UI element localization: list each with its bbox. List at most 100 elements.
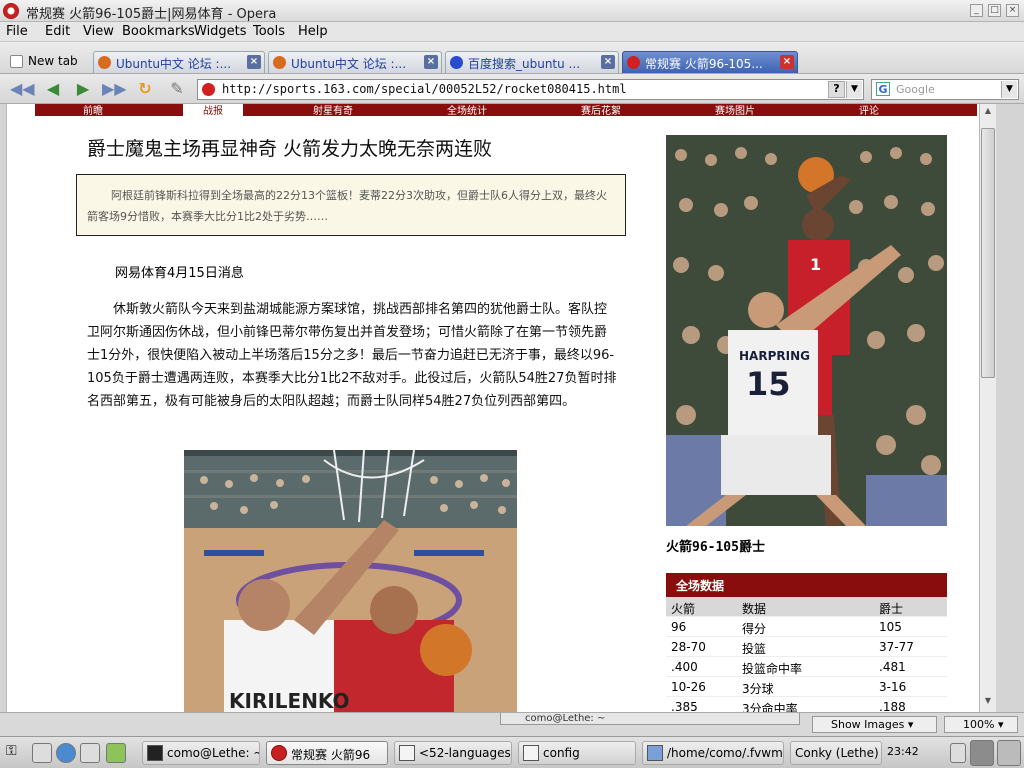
tab-close-icon[interactable]: × [601, 55, 615, 69]
table-cell: 3分球 [742, 682, 774, 696]
folder-icon[interactable] [32, 743, 52, 763]
table-cell: 28-70 [671, 640, 706, 654]
table-cell: .481 [879, 660, 906, 674]
task-label: como@Lethe: ~ [167, 746, 260, 760]
menu-help[interactable]: Help [298, 24, 328, 39]
overlapping-window-fragment[interactable]: como@Lethe: ~ [500, 713, 800, 725]
menu-bookmarks[interactable]: Bookmarks [122, 24, 195, 39]
nav-item[interactable]: 射星有奇 [313, 104, 353, 117]
battery-icon[interactable] [950, 743, 966, 763]
table-cell: 3-16 [879, 680, 907, 694]
tab-label: Ubuntu中文 论坛 :... [116, 57, 232, 71]
forward-icon[interactable]: ▶ [72, 80, 94, 98]
ubuntu-icon [98, 56, 111, 69]
article-headline: 爵士魔鬼主场再显神奇 火箭发力太晚无奈两连败 [87, 138, 493, 160]
address-toolbar: ◀◀ ◀ ▶ ▶▶ ↻ ✎ http://sports.163.com/spec… [0, 74, 1024, 104]
fast-forward-icon[interactable]: ▶▶ [102, 80, 127, 98]
nav-item[interactable]: 全场统计 [447, 104, 487, 117]
menu-widgets[interactable]: Widgets [194, 24, 247, 39]
stats-header-row: 火箭 数据 爵士 [666, 597, 947, 617]
white-jersey-number: 15 [746, 365, 791, 403]
menu-edit[interactable]: Edit [45, 24, 70, 39]
nav-item[interactable]: 评论 [859, 104, 879, 117]
task-terminal[interactable]: como@Lethe: ~ [142, 741, 260, 765]
tab-baidu-search[interactable]: 百度搜索_ubuntu ... × [445, 51, 619, 73]
menu-bar: File Edit View Bookmarks Widgets Tools H… [0, 22, 1024, 42]
globe-icon[interactable] [56, 743, 76, 763]
tab-ubuntu-forum-1[interactable]: Ubuntu中文 论坛 :... × [93, 51, 265, 73]
table-row: .385 3分命中率 .188 [666, 697, 947, 712]
tab-bar: New tab Ubuntu中文 论坛 :... × Ubuntu中文 论坛 :… [0, 42, 1024, 108]
stats-table: 全场数据 火箭 数据 爵士 96 得分 105 28-70 投篮 37-77 .… [666, 573, 947, 712]
task-languageselector[interactable]: <52-languagesele [394, 741, 512, 765]
maximize-icon[interactable]: □ [988, 4, 1001, 17]
task-conky[interactable]: Conky (Lethe) [790, 741, 882, 765]
reload-icon[interactable]: ↻ [134, 80, 156, 98]
opera-logo-icon [3, 3, 19, 19]
tab-ubuntu-forum-2[interactable]: Ubuntu中文 论坛 :... × [268, 51, 442, 73]
search-input[interactable]: G Google ▼ [871, 79, 1019, 100]
scroll-thumb[interactable] [981, 128, 995, 378]
scroll-up-icon[interactable]: ▲ [981, 106, 995, 119]
table-row: .400 投篮命中率 .481 [666, 657, 947, 677]
task-fvwm-folder[interactable]: /home/como/.fvwm [642, 741, 784, 765]
zoom-control[interactable]: 100% ▾ [944, 716, 1018, 733]
minimize-icon[interactable]: _ [970, 4, 983, 17]
article-photo-layup[interactable]: KIRILENKO [184, 450, 517, 712]
key-icon[interactable]: ⚿ [6, 743, 26, 763]
task-config[interactable]: config [518, 741, 636, 765]
tab-new[interactable]: New tab [6, 51, 90, 73]
music-icon[interactable] [106, 743, 126, 763]
article-photo-jumpshot[interactable]: 1 HARPRING 15 [666, 135, 947, 526]
table-row: 10-26 3分球 3-16 [666, 677, 947, 697]
help-button[interactable]: ? [828, 81, 845, 98]
task-opera[interactable]: 常规赛 火箭96 [266, 741, 388, 765]
scroll-down-icon[interactable]: ▼ [981, 696, 995, 709]
table-cell: 105 [879, 620, 902, 634]
tab-label: New tab [28, 54, 78, 68]
photo-caption: 火箭96-105爵士 [666, 540, 765, 555]
nav-item[interactable]: 赛场图片 [715, 104, 755, 117]
stats-title: 全场数据 [666, 573, 947, 597]
web-page: 前瞻 战报 射星有奇 全场统计 赛后花絮 赛场图片 评论 爵士魔鬼主场再显神奇 … [6, 104, 979, 712]
document-icon[interactable] [80, 743, 100, 763]
menu-view[interactable]: View [83, 24, 114, 39]
tab-rockets-jazz[interactable]: 常规赛 火箭96-105... × [622, 51, 798, 73]
show-images-button[interactable]: Show Images ▾ [812, 716, 937, 733]
window-title: 常规赛 火箭96-105爵士|网易体育 - Opera [26, 7, 277, 22]
search-placeholder: Google [896, 83, 935, 96]
close-icon[interactable]: × [1006, 4, 1019, 17]
tab-close-icon[interactable]: × [780, 55, 794, 69]
task-label: <52-languagesele [419, 746, 511, 760]
clock: 23:42 [887, 745, 919, 758]
col-header: 火箭 [671, 602, 696, 616]
nav-item-active[interactable]: 战报 [183, 104, 243, 117]
menu-tools[interactable]: Tools [253, 24, 285, 39]
table-cell: 10-26 [671, 680, 706, 694]
rewind-icon[interactable]: ◀◀ [10, 80, 35, 98]
right-panel [996, 104, 1024, 712]
taskbar: ⚿ como@Lethe: ~ 常规赛 火箭96 <52-languagesel… [0, 736, 1024, 768]
tab-close-icon[interactable]: × [424, 55, 438, 69]
address-dropdown-icon[interactable]: ▼ [846, 81, 862, 98]
table-cell: 37-77 [879, 640, 914, 654]
nav-item[interactable]: 赛后花絮 [581, 104, 621, 117]
nav-item[interactable]: 前瞻 [83, 104, 103, 117]
task-label: Conky (Lethe) [795, 746, 879, 760]
pager-desktop-2[interactable] [997, 740, 1021, 766]
col-header: 爵士 [879, 602, 904, 616]
tab-label: 百度搜索_ubuntu ... [468, 57, 581, 71]
tab-close-icon[interactable]: × [247, 55, 261, 69]
search-dropdown-icon[interactable]: ▼ [1001, 81, 1017, 98]
menu-file[interactable]: File [6, 24, 28, 39]
article-nav: 前瞻 战报 射星有奇 全场统计 赛后花絮 赛场图片 评论 [35, 104, 977, 117]
address-field[interactable]: http://sports.163.com/special/00052L52/r… [197, 79, 864, 100]
back-icon[interactable]: ◀ [42, 80, 64, 98]
table-cell: 投篮命中率 [742, 662, 803, 676]
show-images-label: Show Images [831, 718, 905, 731]
article-body: 休斯敦火箭队今天来到盐湖城能源方案球馆，挑战西部排名第四的犹他爵士队。客队控卫阿… [87, 302, 617, 409]
pager-desktop-1[interactable] [970, 740, 994, 766]
edit-pen-icon[interactable]: ✎ [166, 80, 188, 98]
terminal-icon [147, 745, 163, 761]
vertical-scrollbar[interactable]: ▲ ▼ [979, 104, 996, 712]
